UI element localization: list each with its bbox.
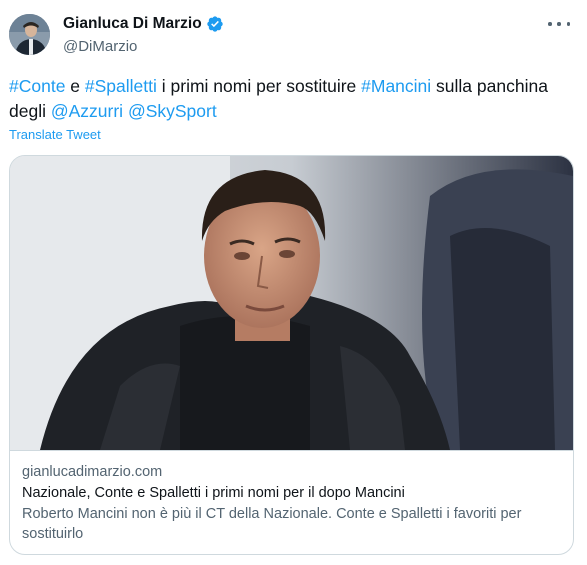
author-name-row[interactable]: Gianluca Di Marzio (63, 15, 224, 33)
mention-skysport[interactable]: @SkySport (128, 101, 217, 121)
card-description: Roberto Mancini non è più il CT della Na… (22, 506, 522, 542)
tweet-text-fragment: e (65, 76, 85, 96)
tweet-text: #Conte e #Spalletti i primi nomi per sos… (9, 74, 579, 124)
card-domain: gianlucadimarzio.com (22, 464, 163, 480)
hashtag-spalletti[interactable]: #Spalletti (85, 76, 157, 96)
hashtag-conte[interactable]: #Conte (9, 76, 65, 96)
link-preview-card[interactable]: gianlucadimarzio.com Nazionale, Conte e … (9, 155, 574, 555)
avatar-image (9, 14, 50, 55)
hashtag-mancini[interactable]: #Mancini (361, 76, 431, 96)
mention-azzurri[interactable]: @Azzurri (51, 101, 123, 121)
card-preview-image (10, 156, 573, 450)
card-title: Nazionale, Conte e Spalletti i primi nom… (22, 485, 405, 501)
tweet-text-fragment: i primi nomi per sostituire (156, 76, 362, 96)
avatar[interactable] (9, 14, 50, 55)
translate-tweet-link[interactable]: Translate Tweet (9, 127, 101, 142)
author-display-name[interactable]: Gianluca Di Marzio (63, 15, 202, 33)
verified-badge-icon (206, 15, 224, 33)
author-handle[interactable]: @DiMarzio (63, 38, 137, 55)
card-text-area: gianlucadimarzio.com Nazionale, Conte e … (10, 450, 573, 554)
tweet: Gianluca Di Marzio @DiMarzio #Conte e #S… (0, 0, 587, 565)
more-options-icon[interactable] (548, 16, 570, 32)
